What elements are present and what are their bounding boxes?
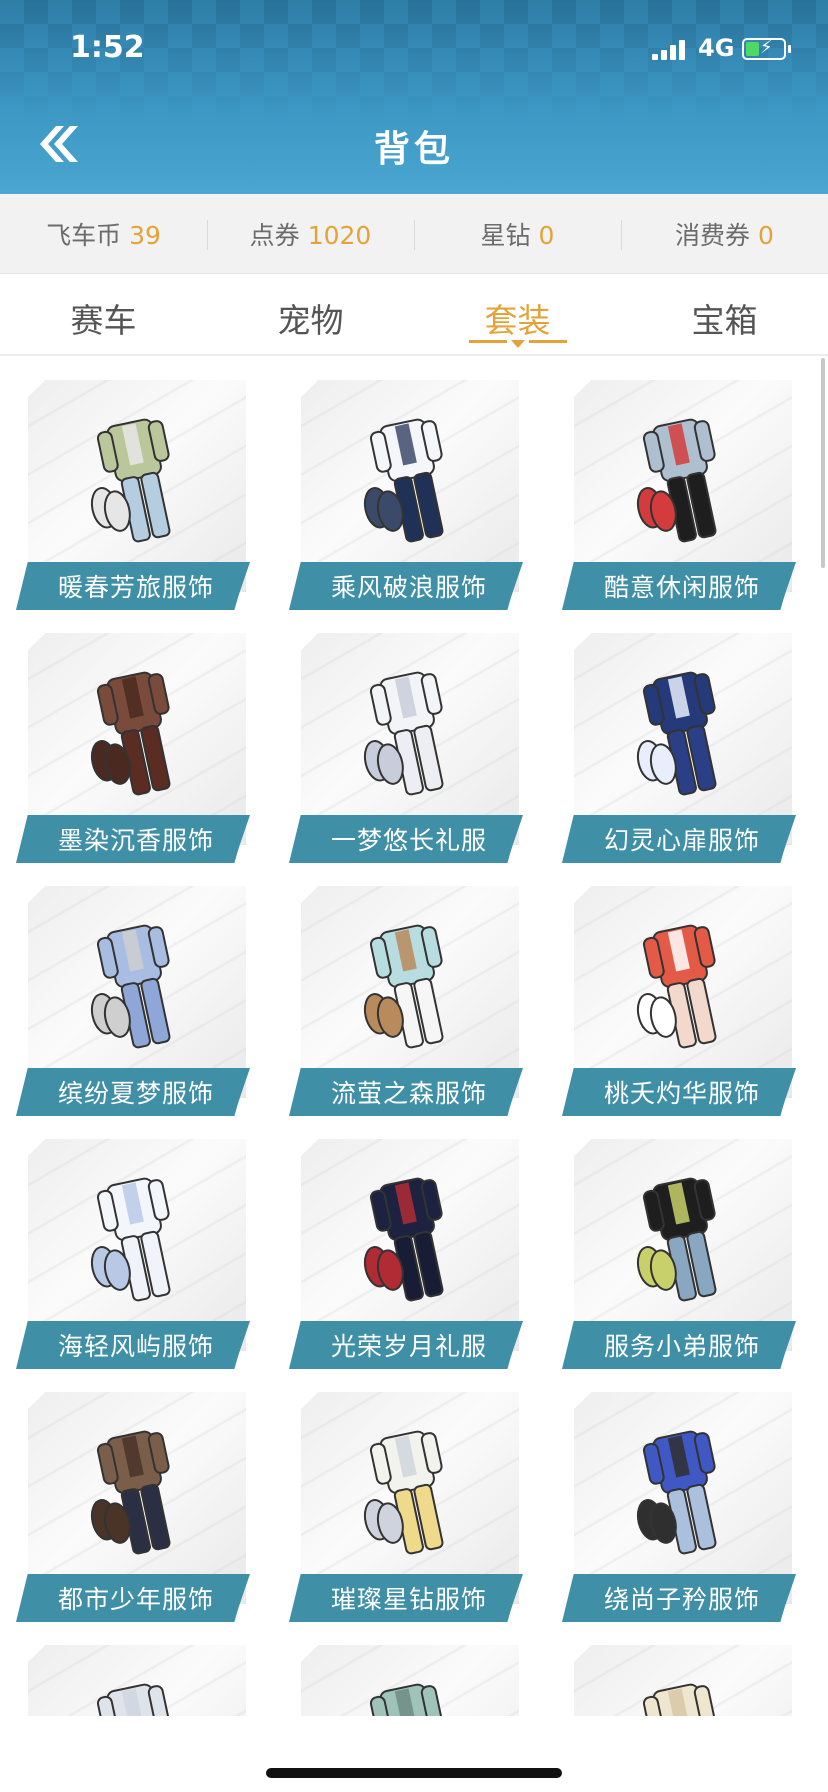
currency-value: 39 [129,220,161,250]
outfit-card[interactable]: 缤纷夏梦服饰 [16,886,250,1118]
outfit-preview-icon [636,924,717,1049]
outfit-card[interactable]: 桃夭灼华服饰 [562,886,796,1118]
currency-xiaofeiquan: 消费券 0 [621,216,828,252]
outfit-card[interactable] [16,1645,250,1716]
outfit-card[interactable]: 都市少年服饰 [16,1392,250,1624]
outfit-name: 幻灵心扉服饰 [603,826,760,855]
status-time: 1:52 [70,30,145,65]
battery-charging-icon: ⚡ [742,37,786,60]
tab-label: 赛车 [70,301,137,340]
outfit-name: 服务小弟服饰 [603,1332,760,1361]
currency-label: 点券 [249,220,300,250]
outfit-name: 流萤之森服饰 [330,1079,487,1108]
tab-chest[interactable]: 宝箱 [621,274,828,354]
outfit-card[interactable] [562,1645,796,1716]
outfit-name: 一梦悠长礼服 [330,826,487,855]
currency-label: 星钻 [480,220,531,250]
outfit-preview-icon [369,1683,443,1716]
outfit-card[interactable] [289,1645,523,1716]
network-type: 4G [698,34,735,62]
tab-racecar[interactable]: 赛车 [0,274,207,354]
outfit-card[interactable]: 服务小弟服饰 [562,1139,796,1371]
currency-value: 0 [758,220,774,250]
outfit-name: 光荣岁月礼服 [330,1332,487,1361]
tab-label: 宝箱 [691,301,758,340]
outfit-name: 绕尚子矜服饰 [603,1585,760,1614]
currency-value: 0 [538,220,555,250]
outfit-card[interactable]: 乘风破浪服饰 [289,380,523,612]
active-tab-indicator [468,340,567,348]
outfit-name: 墨染沉香服饰 [57,826,214,855]
outfit-card[interactable]: 一梦悠长礼服 [289,633,523,865]
battery-tip [788,45,791,53]
outfit-name: 璀璨星钻服饰 [330,1585,487,1614]
outfit-name: 桃夭灼华服饰 [603,1079,760,1108]
currency-dianquan: 点券 1020 [207,216,414,252]
outfit-preview-icon [363,418,444,543]
currency-feichebi: 飞车币 39 [0,216,207,252]
home-indicator [266,1768,562,1778]
outfit-card[interactable]: 海轻风屿服饰 [16,1139,250,1371]
currency-label: 飞车币 [46,220,122,250]
outfit-card[interactable]: 流萤之森服饰 [289,886,523,1118]
outfit-card[interactable]: 绕尚子矜服饰 [562,1392,796,1624]
scrollbar[interactable] [821,358,825,568]
outfit-name: 缤纷夏梦服饰 [57,1079,214,1108]
outfit-preview-icon [90,671,171,796]
outfit-card[interactable]: 幻灵心扉服饰 [562,633,796,865]
tab-label: 宠物 [277,301,344,340]
outfit-preview-icon [642,1683,716,1716]
outfit-preview-icon [636,1177,717,1302]
outfit-preview-icon [363,924,444,1049]
outfit-card[interactable]: 光荣岁月礼服 [289,1139,523,1371]
outfit-preview-icon [90,1177,171,1302]
tab-pet[interactable]: 宠物 [207,274,414,354]
cellular-signal-icon [652,40,688,60]
outfit-card[interactable]: 璀璨星钻服饰 [289,1392,523,1624]
outfit-card[interactable]: 墨染沉香服饰 [16,633,250,865]
outfit-preview-icon [363,671,444,796]
outfit-card[interactable]: 酷意休闲服饰 [562,380,796,612]
outfit-preview-icon [636,671,717,796]
currency-xingzuan: 星钻 0 [414,216,621,252]
outfit-preview-icon [96,1683,170,1716]
outfit-preview-icon [636,1430,717,1555]
category-tabs: 赛车 宠物 套装 宝箱 [0,274,828,356]
outfit-grid: 暖春芳旅服饰 乘风破浪服饰 酷意休闲服饰墨染沉香服饰 一梦悠长礼服 幻灵心扉服饰缤纷夏梦… [0,356,828,1716]
outfit-name: 暖春芳旅服饰 [57,573,214,602]
outfit-preview-icon [363,1177,444,1302]
outfit-name: 乘风破浪服饰 [330,573,487,602]
currency-bar: 飞车币 39 点券 1020 星钻 0 消费券 0 [0,194,828,274]
outfit-preview-icon [90,418,171,543]
currency-label: 消费券 [675,220,751,250]
page-title: 背包 [373,129,454,170]
top-bar: 1:52 4G ⚡ 背包 [0,0,828,194]
currency-value: 1020 [307,220,372,250]
outfit-name: 都市少年服饰 [57,1585,214,1614]
outfit-preview-icon [363,1430,444,1555]
outfit-preview-icon [90,1430,171,1555]
tab-label: 套装 [484,301,551,340]
outfit-preview-icon [90,924,171,1049]
outfit-name: 酷意休闲服饰 [603,573,760,602]
outfit-preview-icon [636,418,717,543]
tab-outfit[interactable]: 套装 [414,274,621,354]
outfit-name: 海轻风屿服饰 [57,1332,214,1361]
outfit-card[interactable]: 暖春芳旅服饰 [16,380,250,612]
